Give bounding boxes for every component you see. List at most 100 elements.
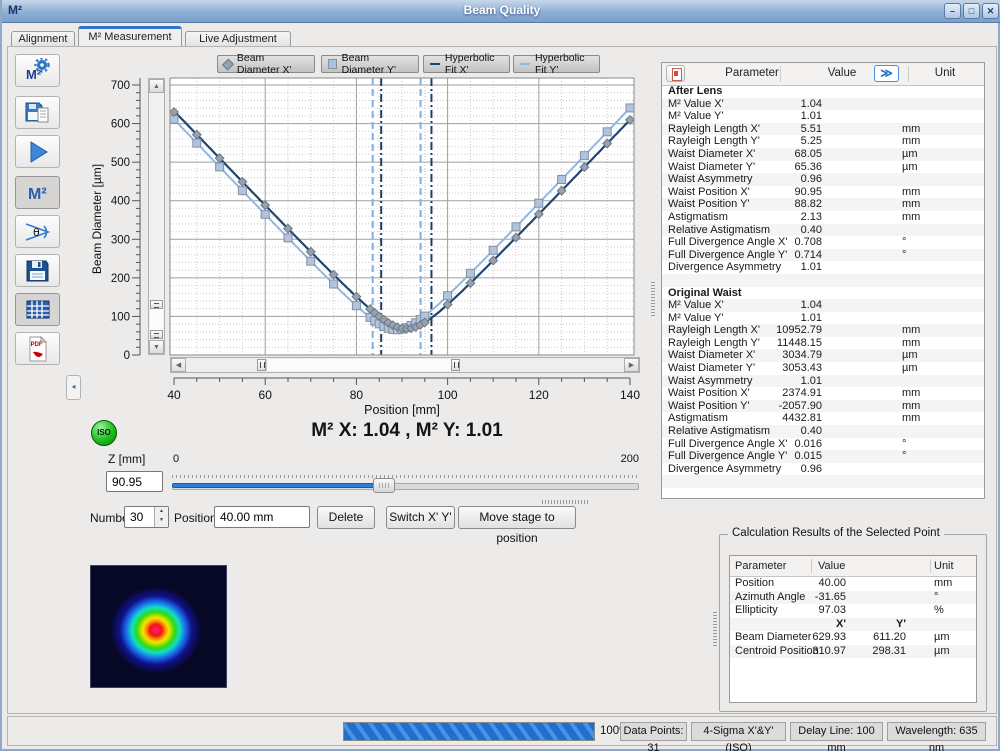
legend-hyperbolic-fit-y[interactable]: Hyperbolic Fit Y' [513, 52, 600, 76]
table-row: Relative Astigmatism 0.40 [662, 223, 984, 237]
chart-horizontal-scrollbar[interactable]: ◀ ▶ [170, 357, 640, 373]
scroll-up-button[interactable]: ▲ [149, 79, 164, 93]
zoom-grip-top[interactable] [150, 300, 163, 309]
table-row: Rayleigh Length Y' 5.25 mm [668, 135, 921, 148]
table-row: Rayleigh Length X' 10952.79 mm [662, 324, 984, 337]
svg-text:Position [mm]: Position [mm] [364, 403, 440, 417]
table-row [662, 273, 984, 287]
table-row: Waist Diameter Y' 3053.43 µm [668, 362, 918, 375]
legend-label: Beam Diameter Y' [341, 52, 396, 76]
spinner-value: 30 [130, 510, 144, 524]
legend-label: Beam Diameter X' [236, 52, 292, 76]
z-position-slider[interactable] [172, 469, 639, 495]
table-row [662, 475, 984, 488]
calculation-results-groupbox: Calculation Results of the Selected Poin… [719, 527, 987, 712]
position-field[interactable]: 40.00 mm [214, 506, 310, 528]
spinner-arrows[interactable]: ▲ ▼ [154, 507, 168, 527]
measurement-settings-button[interactable]: M² [15, 54, 60, 87]
svg-text:300: 300 [111, 234, 130, 246]
move-stage-button[interactable]: Move stage to position [458, 506, 576, 545]
save-data-button[interactable] [15, 254, 60, 287]
table-row: Original Waist [668, 286, 742, 299]
table-row: Astigmatism 4432.81 mm [668, 412, 921, 425]
svg-text:200: 200 [111, 273, 130, 285]
chart-panel-splitter[interactable] [651, 282, 655, 316]
table-row: M² Value Y' 1.01 [668, 110, 822, 123]
table-row: Relative Astigmatism 0.40 [662, 425, 984, 438]
table-row: Full Divergence Angle X' 0.016 ° [668, 437, 907, 450]
zoom-grip-bottom[interactable] [150, 330, 163, 339]
svg-text:θ: θ [33, 226, 40, 239]
zoom-range-thumb[interactable] [266, 359, 454, 371]
diamond-marker-icon [221, 58, 234, 70]
scroll-down-button[interactable]: ▼ [149, 340, 164, 354]
table-row: Waist Position X' 90.95 mm [668, 185, 921, 198]
start-measurement-button[interactable] [15, 135, 60, 168]
table-row [662, 488, 984, 498]
light-line-marker-icon [520, 63, 530, 65]
maximize-button[interactable]: □ [963, 3, 980, 19]
table-row: M² Value X' 1.04 [662, 97, 984, 111]
delete-button[interactable]: Delete [317, 506, 375, 529]
svg-text:400: 400 [111, 196, 130, 208]
divergence-view-button[interactable]: θ [15, 215, 60, 248]
table-row: M² Value Y' 1.01 [668, 311, 822, 324]
title-bar: M² Beam Quality – □ ✕ [2, 0, 1000, 23]
svg-text:100: 100 [111, 311, 130, 323]
tab-live-adjustment[interactable]: Live Adjustment [185, 31, 291, 47]
scroll-right-button[interactable]: ▶ [624, 358, 639, 372]
report-info-button[interactable] [666, 65, 685, 82]
spinner-down-icon[interactable]: ▼ [159, 517, 164, 523]
slider-tick-ruler [172, 475, 637, 478]
zoom-grip-left[interactable] [257, 359, 266, 371]
column-separator [930, 559, 931, 573]
table-row: Divergence Asymmetry 1.01 [668, 261, 822, 274]
legend-beam-diameter-y[interactable]: Beam Diameter Y' [321, 52, 419, 76]
column-separator [811, 559, 812, 573]
column-unit: Unit [934, 560, 954, 572]
svg-text:M²: M² [28, 186, 47, 203]
pdf-icon: PDF [29, 335, 47, 361]
m2-icon: M² [28, 186, 47, 203]
legend-beam-diameter-x[interactable]: Beam Diameter X' [217, 52, 315, 76]
measurement-progress-bar [343, 722, 595, 741]
tab-m2-measurement[interactable]: M² Measurement [78, 26, 182, 47]
close-button[interactable]: ✕ [982, 3, 999, 19]
zoom-grip-right[interactable] [451, 359, 460, 371]
calc-table-body: Position 40.00 mm Azimuth Angle -31.65 ° Ellip… [730, 577, 976, 658]
table-view-button[interactable] [15, 293, 60, 326]
point-number-spinner[interactable]: 30 ▲ ▼ [124, 506, 169, 528]
save-report-icon [25, 102, 49, 123]
switch-xy-button[interactable]: Switch X' Y' [386, 506, 455, 529]
table-row: Waist Asymmetry 1.01 [662, 374, 984, 388]
minimize-button[interactable]: – [944, 3, 961, 19]
beam-spot [91, 566, 226, 687]
legend-hyperbolic-fit-x[interactable]: Hyperbolic Fit X' [423, 52, 510, 76]
table-row: Waist Asymmetry 0.96 [662, 173, 984, 186]
expand-panel-button[interactable]: ≫ [874, 65, 899, 82]
svg-text:40: 40 [167, 388, 181, 402]
legend-label: Hyperbolic Fit X' [444, 52, 495, 76]
divergence-theta-icon: θ [25, 222, 50, 241]
svg-text:600: 600 [111, 119, 130, 131]
chart-vertical-scrollbar[interactable]: ▲ ▼ [148, 78, 165, 355]
z-position-field[interactable]: 90.95 [106, 471, 163, 492]
calc-table-header: Parameter Value Unit [730, 556, 976, 577]
export-pdf-button[interactable]: PDF [15, 332, 60, 365]
collapse-toolbar-button[interactable]: ◂ [66, 375, 81, 400]
status-data-points: Data Points: 31 [620, 722, 687, 751]
spinner-up-icon[interactable]: ▲ [159, 508, 164, 514]
calc-panel-splitter[interactable] [713, 612, 717, 646]
z-slider-max-label: 200 [620, 453, 639, 465]
slider-handle[interactable] [373, 478, 396, 493]
horizontal-splitter[interactable] [542, 500, 588, 504]
grid-icon [26, 300, 49, 319]
save-report-button[interactable] [15, 96, 60, 129]
svg-text:Beam Diameter [µm]: Beam Diameter [µm] [90, 164, 104, 274]
scroll-left-button[interactable]: ◀ [171, 358, 186, 372]
tab-alignment[interactable]: Alignment [11, 31, 75, 47]
svg-text:100: 100 [438, 388, 458, 402]
m2-view-button[interactable]: M² [15, 176, 60, 209]
m2-result-summary: M² X: 1.04 , M² Y: 1.01 [311, 420, 503, 441]
status-wavelength: Wavelength: 635 nm [887, 722, 986, 751]
